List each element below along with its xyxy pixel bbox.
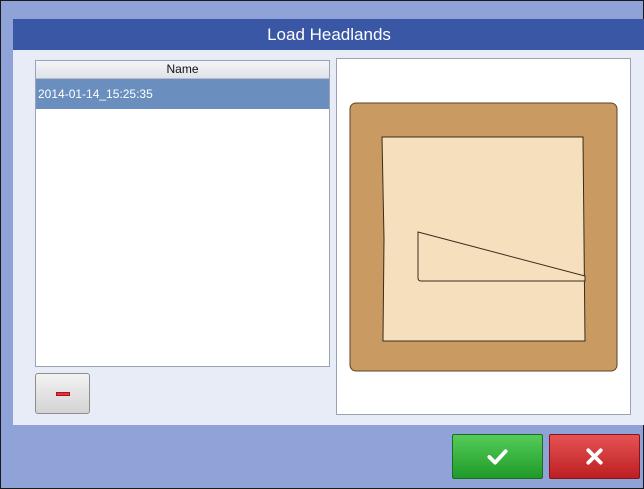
x-icon [586,448,603,465]
minus-icon [56,392,70,396]
column-header-name[interactable]: Name [36,61,329,79]
load-headlands-dialog: Load Headlands Name 2014-01-14_15:25:35 [0,0,644,489]
ok-button[interactable] [452,434,543,479]
dialog-content: Name 2014-01-14_15:25:35 [13,50,644,425]
checkmark-icon [487,449,508,465]
headland-map [349,102,618,372]
field-boundary [381,136,586,342]
remove-button[interactable] [35,373,90,414]
cancel-button[interactable] [549,434,640,479]
headland-preview [336,58,631,415]
list-item[interactable]: 2014-01-14_15:25:35 [36,79,329,109]
dialog-title: Load Headlands [13,19,644,50]
headlands-list[interactable]: Name 2014-01-14_15:25:35 [35,60,330,367]
